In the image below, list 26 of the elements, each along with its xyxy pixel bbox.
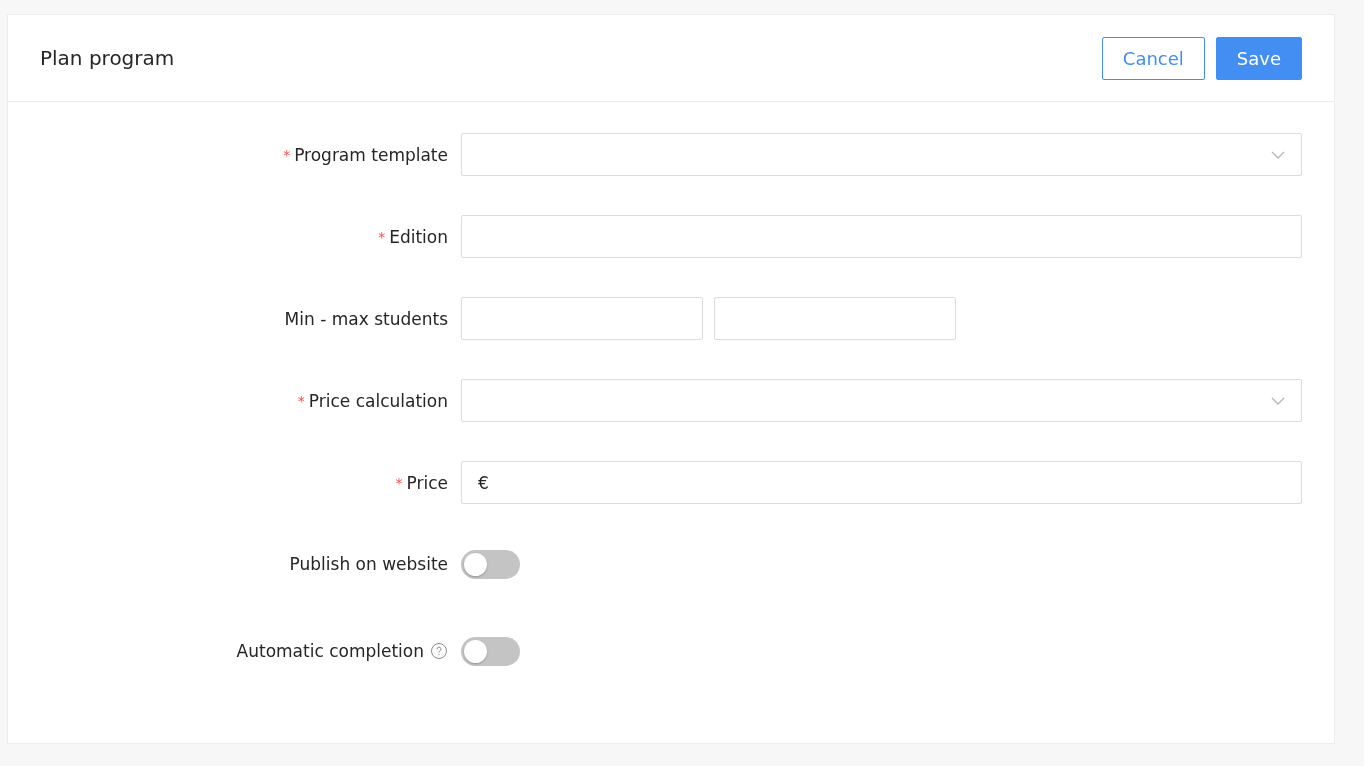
required-asterisk: * [297, 392, 305, 409]
input-field[interactable] [461, 215, 1302, 258]
field-label: Price calculation [308, 390, 448, 411]
field-label: Automatic completion [236, 641, 424, 661]
required-asterisk: * [283, 146, 291, 163]
min-input-field[interactable] [461, 297, 703, 340]
chevron-down-icon [1271, 150, 1285, 159]
max-input-field[interactable] [714, 297, 956, 340]
required-asterisk: * [395, 474, 403, 491]
select-field[interactable] [461, 133, 1302, 176]
cancel-button[interactable]: Cancel [1101, 36, 1205, 80]
select-field[interactable] [461, 379, 1302, 422]
field-label: Publish on website [289, 554, 448, 574]
save-button[interactable]: Save [1215, 36, 1302, 80]
field-label: Edition [389, 226, 448, 247]
toggle-switch[interactable] [461, 636, 520, 666]
field-label: Program template [294, 144, 448, 165]
field-label: Min - max students [284, 308, 448, 329]
currency-symbol: € [478, 472, 489, 493]
price-input-field[interactable]: € [461, 461, 1302, 504]
required-asterisk: * [378, 228, 386, 245]
field-label: Price [406, 472, 448, 493]
chevron-down-icon [1271, 396, 1285, 405]
page-title: Plan program [40, 46, 175, 70]
toggle-switch[interactable] [461, 549, 520, 579]
help-icon[interactable] [430, 642, 448, 660]
